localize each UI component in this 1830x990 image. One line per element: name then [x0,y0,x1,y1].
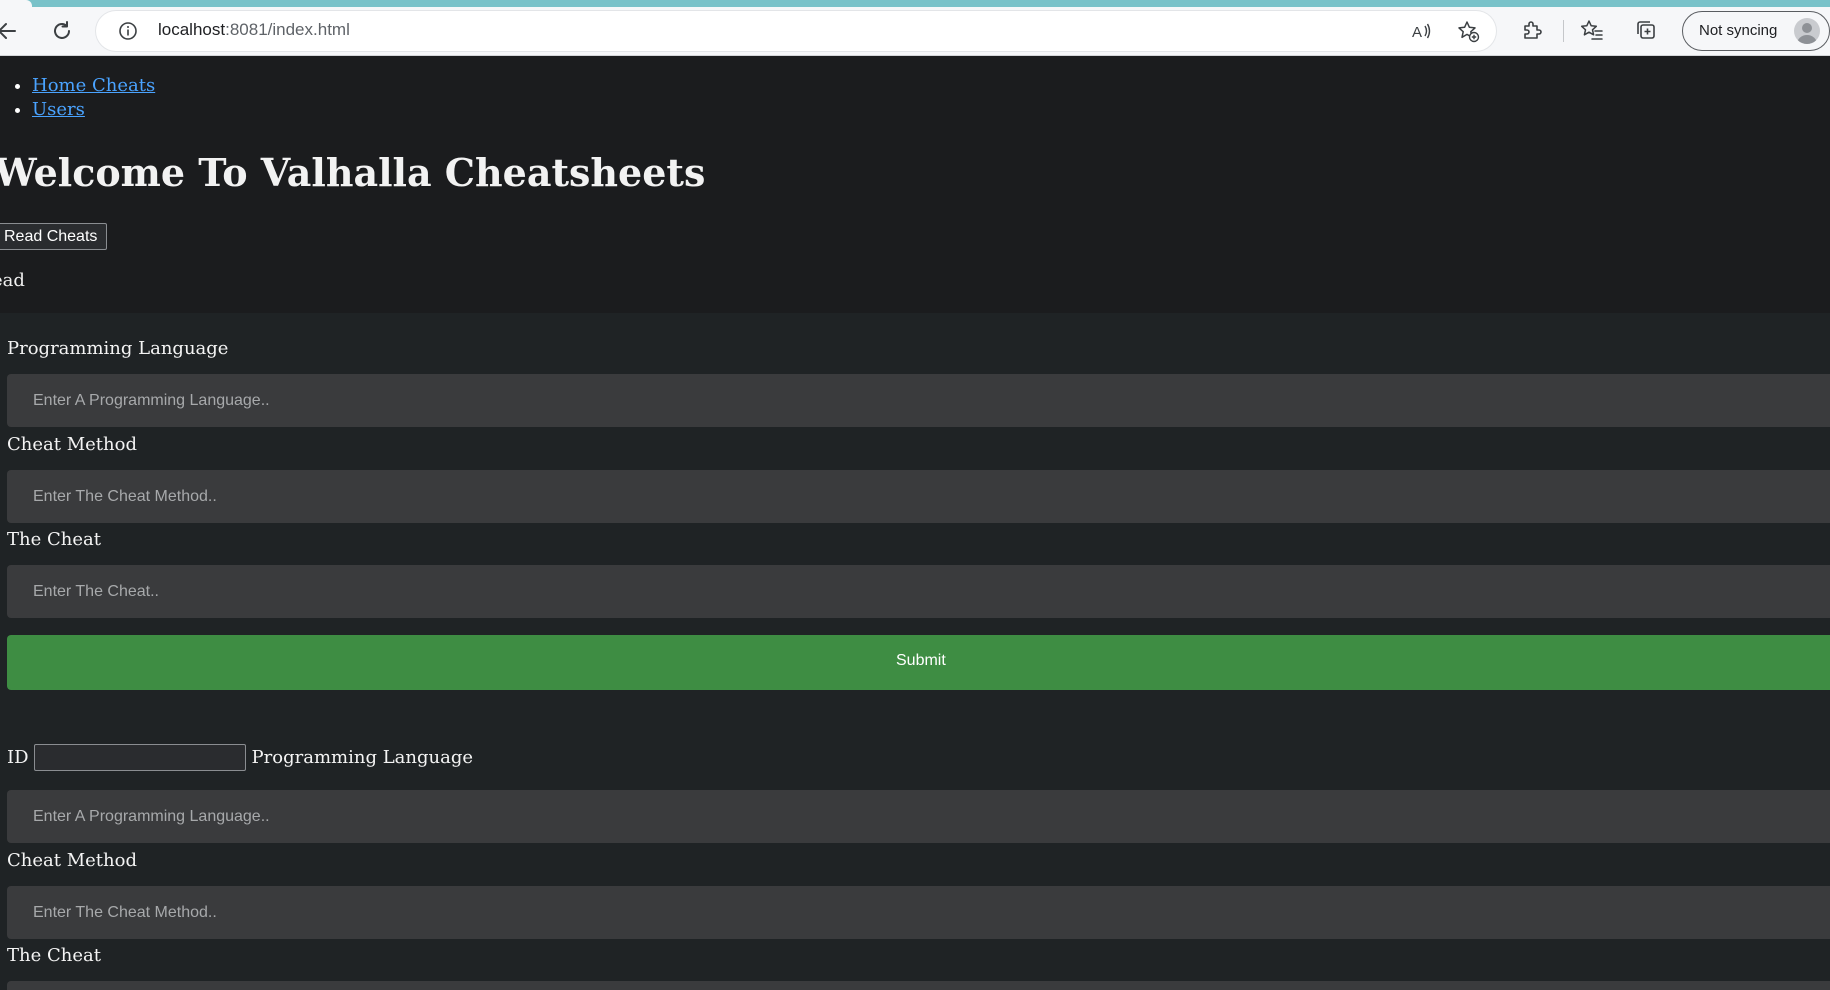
cheat-forms-panel: Programming Language Cheat Method The Ch… [0,313,1830,990]
create-cheat-input[interactable] [7,565,1830,618]
id-label: ID [7,747,29,768]
site-info-icon[interactable] [118,21,138,45]
favorites-icon[interactable] [1578,16,1606,44]
svg-text:A: A [1412,24,1422,41]
refresh-button[interactable] [45,14,79,48]
read-output-text: ead [0,270,25,291]
url-text[interactable]: localhost:8081/index.html [158,20,350,40]
nav-item: Users [32,98,155,122]
update-method-input[interactable] [7,886,1830,939]
create-method-input[interactable] [7,470,1830,523]
back-button[interactable] [0,14,24,48]
create-language-label: Programming Language [7,338,229,359]
id-row: ID Programming Language [7,744,473,771]
active-tab-edge[interactable] [0,0,32,7]
create-cheat-label: The Cheat [7,529,101,550]
page-content: Home Cheats Users Welcome To Valhalla Ch… [0,56,1830,990]
nav-item: Home Cheats [32,74,155,98]
update-language-label: Programming Language [251,747,473,768]
address-bar[interactable]: localhost:8081/index.html A [96,11,1496,51]
collections-icon[interactable] [1632,16,1660,44]
url-host: localhost [158,20,226,39]
nav-list: Home Cheats Users [10,74,155,122]
update-cheat-input[interactable] [7,981,1830,990]
nav-link-users[interactable]: Users [32,99,85,120]
id-input[interactable] [33,744,246,771]
create-language-input[interactable] [7,374,1830,427]
update-cheat-label: The Cheat [7,945,101,966]
extensions-icon[interactable] [1518,16,1546,44]
submit-button-label: Submit [896,652,946,669]
back-arrow-icon [0,23,16,39]
avatar [1794,18,1820,44]
toolbar-divider [1563,20,1564,42]
nav-link-home-cheats[interactable]: Home Cheats [32,75,155,96]
profile-button[interactable]: Not syncing [1682,11,1830,51]
update-language-input[interactable] [7,790,1830,843]
read-cheats-button[interactable]: Read Cheats [0,223,108,250]
tab-strip [0,0,1830,7]
add-favorite-icon[interactable] [1456,19,1480,43]
submit-button[interactable]: Submit [7,635,1830,690]
read-aloud-icon[interactable]: A [1410,19,1434,43]
create-method-label: Cheat Method [7,434,137,455]
update-method-label: Cheat Method [7,850,137,871]
sync-status-label: Not syncing [1699,22,1778,39]
refresh-icon [54,21,70,39]
browser-toolbar: localhost:8081/index.html A Not syncing [0,0,1830,56]
page-title: Welcome To Valhalla Cheatsheets [0,150,706,195]
url-path: :8081/index.html [225,20,350,39]
